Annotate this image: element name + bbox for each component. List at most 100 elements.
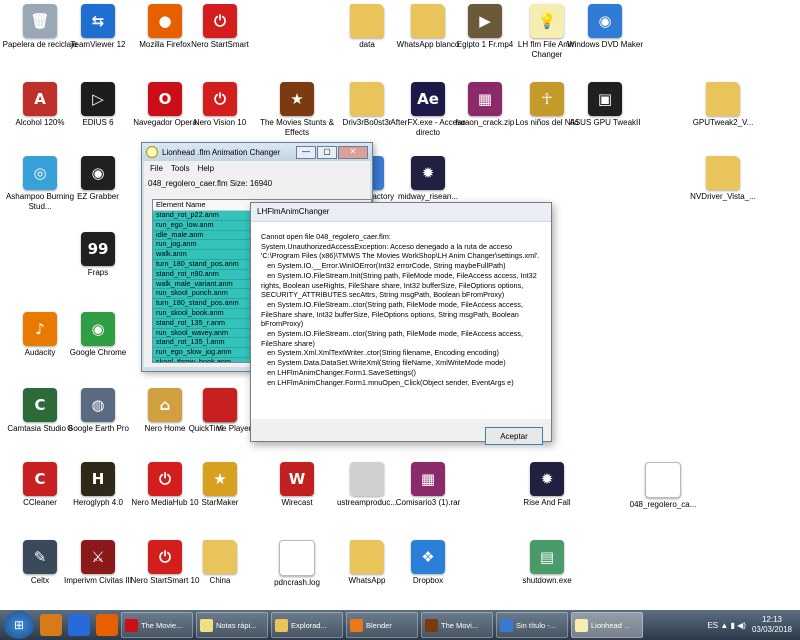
desktop-icon[interactable]: ⏻ Nero StartSmart <box>180 4 260 50</box>
folder-icon <box>411 4 445 38</box>
desktop-icon[interactable]: ★ StarMaker <box>180 462 260 508</box>
desktop-icon[interactable]: ✹ Rise And Fall <box>507 462 587 508</box>
task-label: The Movi... <box>441 620 479 630</box>
menu-tools[interactable]: Tools <box>171 164 190 173</box>
desktop-icon-label: Nero Vision 10 <box>193 118 247 127</box>
taskbar-task-button[interactable]: Explorad... <box>271 612 343 638</box>
desktop-icon[interactable]: ▦ Comisario3 (1).rar <box>388 462 468 508</box>
taskbar-task-button[interactable]: Blender <box>346 612 418 638</box>
taskbar-pinned-icon[interactable] <box>68 614 90 636</box>
desktop-icon-label: pdncrash.log <box>274 578 320 587</box>
app-icon: Ae <box>411 82 445 116</box>
task-label: Sin título -... <box>516 620 557 630</box>
desktop-icon[interactable]: ★ The Movies Stunts & Effects <box>257 82 337 138</box>
taskbar-task-button[interactable]: The Movie... <box>121 612 193 638</box>
task-label: Lionhead ... <box>591 620 631 630</box>
menu-help[interactable]: Help <box>198 164 214 173</box>
app-icon: ★ <box>203 462 237 496</box>
task-app-icon <box>575 618 588 632</box>
folder-icon <box>706 156 740 190</box>
lh-window-title: Lionhead .flm Animation Changer <box>162 147 281 157</box>
app-icon: ◎ <box>23 156 57 190</box>
app-icon: A <box>23 82 57 116</box>
app-icon: ☥ <box>530 82 564 116</box>
lh-window-titlebar[interactable]: Lionhead .flm Animation Changer — ▢ ✕ <box>142 143 372 161</box>
task-app-icon <box>350 618 363 632</box>
desktop-icon-label: Nero StartSmart <box>191 40 249 49</box>
app-icon: H <box>81 462 115 496</box>
app-icon: ● <box>148 4 182 38</box>
accept-button[interactable]: Aceptar <box>485 427 543 445</box>
app-icon: ✹ <box>530 462 564 496</box>
desktop-icon[interactable]: ▣ ASUS GPU TweakII <box>565 82 645 128</box>
lh-menubar: File Tools Help <box>144 161 370 175</box>
desktop-icon-partial[interactable]: Vi <box>180 388 260 434</box>
tray-icons[interactable]: ES ▲ ▮ ◀) <box>707 621 745 630</box>
menu-file[interactable]: File <box>150 164 163 173</box>
taskbar-task-button[interactable]: Lionhead ... <box>571 612 643 638</box>
maximize-button[interactable]: ▢ <box>317 145 337 159</box>
task-app-icon <box>425 618 438 632</box>
app-icon: ⌂ <box>148 388 182 422</box>
desktop-icon[interactable]: ⏻ Nero Vision 10 <box>180 82 260 128</box>
desktop-icon[interactable]: ✹ midway_risean... <box>388 156 468 202</box>
app-icon: ▤ <box>530 540 564 574</box>
desktop-icon-label: China <box>209 576 231 585</box>
folder-icon <box>350 540 384 574</box>
start-button[interactable]: ⊞ <box>4 611 34 639</box>
task-label: Blender <box>366 620 392 630</box>
desktop-icon[interactable]: GPUTweak2_V... <box>683 82 763 128</box>
desktop-icon-label: Comisario3 (1).rar <box>395 498 461 507</box>
app-icon: ▣ <box>588 82 622 116</box>
taskbar-task-button[interactable]: The Movi... <box>421 612 493 638</box>
app-icon: ⏻ <box>148 540 182 574</box>
document-icon <box>279 540 315 576</box>
desktop-icon[interactable]: China <box>180 540 260 586</box>
app-icon: ◉ <box>81 156 115 190</box>
app-icon: O <box>148 82 182 116</box>
minimize-button[interactable]: — <box>296 145 316 159</box>
desktop-icon-label: midway_risean... <box>397 192 459 201</box>
desktop-icon[interactable]: pdncrash.log <box>257 540 337 588</box>
desktop-icon-label: NVDriver_Vista_... <box>690 192 756 201</box>
desktop-icon[interactable]: NVDriver_Vista_... <box>683 156 763 202</box>
error-dialog[interactable]: LHFlmAnimChanger Cannot open file 048_re… <box>250 202 552 445</box>
desktop-icon[interactable]: 048_regolero_ca... <box>623 462 703 510</box>
desktop-icon-label: Wirecast <box>281 498 313 507</box>
folder-icon <box>350 82 384 116</box>
clock[interactable]: 12:13 03/03/2018 <box>752 615 792 635</box>
desktop-icon-label: GPUTweak2_V... <box>692 118 754 127</box>
desktop-icon[interactable]: ▤ shutdown.exe <box>507 540 587 586</box>
app-icon: 🗑 <box>23 4 57 38</box>
error-dialog-title: LHFlmAnimChanger <box>251 203 551 222</box>
desktop-icon-label: shutdown.exe <box>522 576 572 585</box>
taskbar-task-button[interactable]: Notas rápi... <box>196 612 268 638</box>
desktop-icon[interactable]: ❖ Dropbox <box>388 540 468 586</box>
taskbar-pinned-icon[interactable] <box>96 614 118 636</box>
app-icon: ◍ <box>81 388 115 422</box>
app-icon: ▷ <box>81 82 115 116</box>
desktop-icon-label: ASUS GPU TweakII <box>569 118 641 127</box>
app-icon: 💡 <box>530 4 564 38</box>
folder-icon <box>706 82 740 116</box>
taskbar-pinned-icon[interactable] <box>40 614 62 636</box>
app-icon: ◉ <box>588 4 622 38</box>
clock-time: 12:13 <box>761 615 782 624</box>
task-label: Explorad... <box>291 620 327 630</box>
app-icon: ▶ <box>468 4 502 38</box>
close-button[interactable]: ✕ <box>338 145 368 159</box>
desktop-icon[interactable]: W Wirecast <box>257 462 337 508</box>
desktop-icon-label: Rise And Fall <box>523 498 571 507</box>
taskbar-task-button[interactable]: Sin título -... <box>496 612 568 638</box>
app-icon: W <box>280 462 314 496</box>
desktop-icon-label: Windows DVD Maker <box>567 40 644 49</box>
task-label: The Movie... <box>141 620 183 630</box>
error-message: Cannot open file 048_regolero_caer.flm: … <box>261 232 540 387</box>
app-icon: ✹ <box>411 156 445 190</box>
app-icon: 99 <box>81 232 115 266</box>
desktop-icon-label: 048_regolero_ca... <box>629 500 697 509</box>
app-icon: ⇆ <box>81 4 115 38</box>
desktop-icon[interactable]: ◉ Windows DVD Maker <box>565 4 645 50</box>
app-icon: ❖ <box>411 540 445 574</box>
app-icon: ⏻ <box>203 4 237 38</box>
